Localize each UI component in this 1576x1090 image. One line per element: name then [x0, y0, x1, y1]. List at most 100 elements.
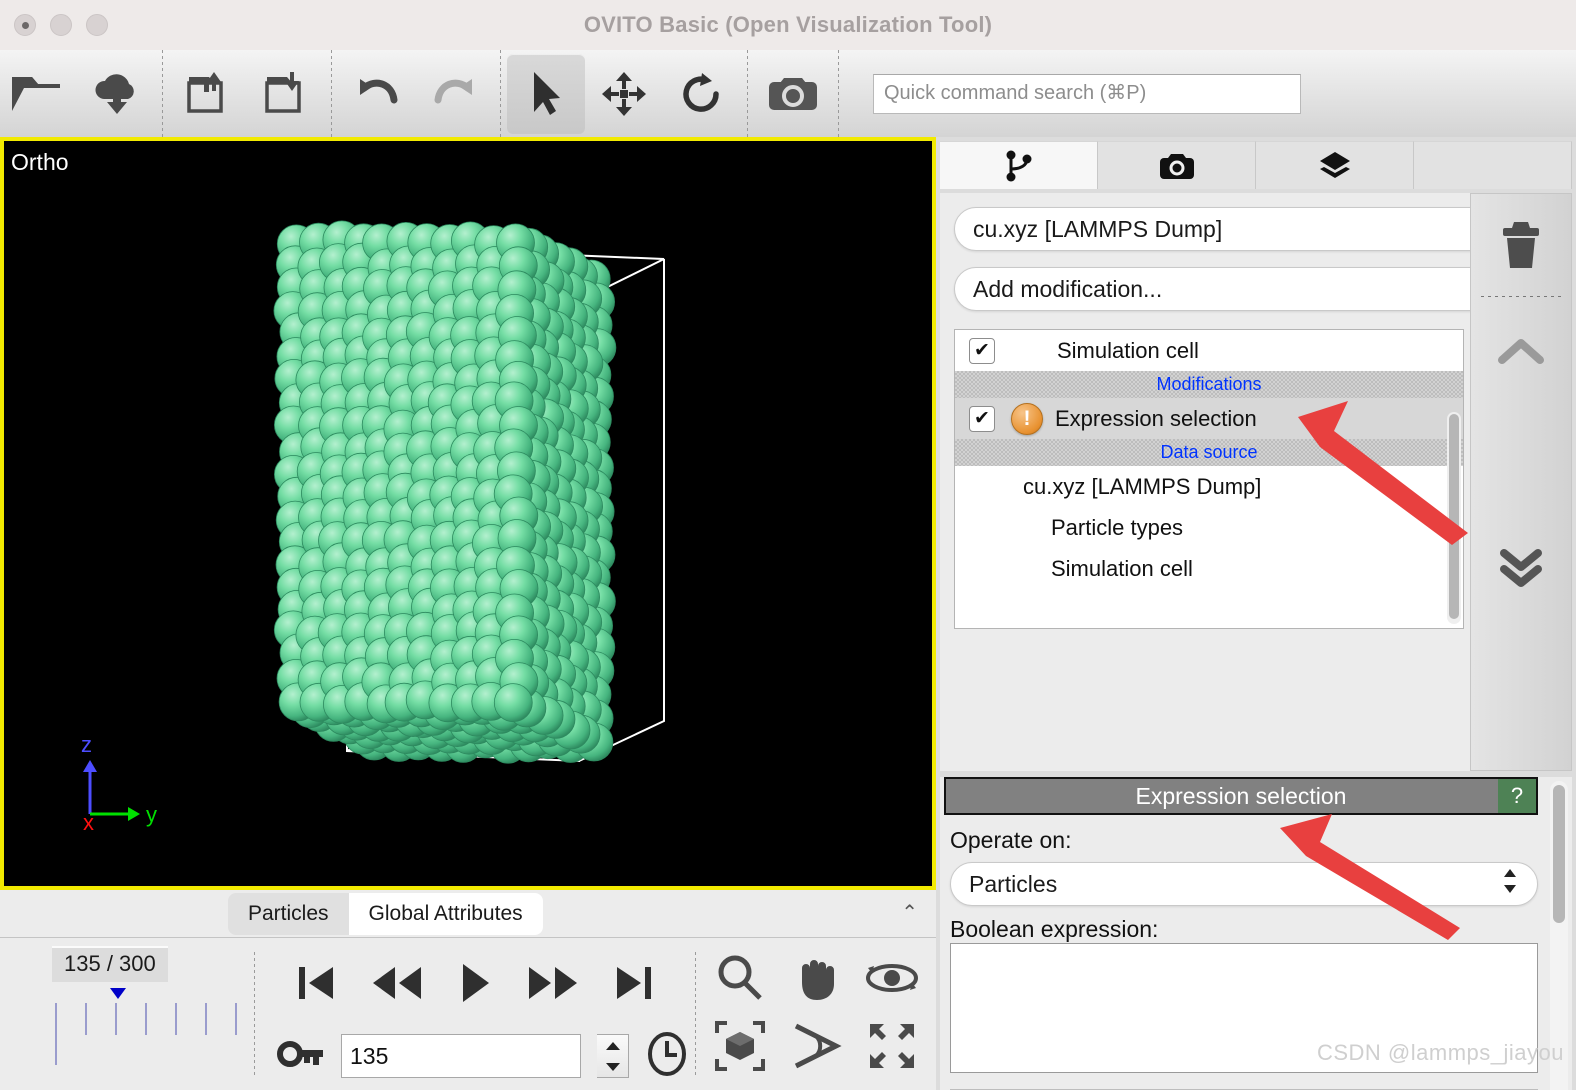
move-mode-button[interactable]: [585, 54, 663, 134]
stepper-up-icon[interactable]: [597, 1035, 628, 1056]
clock-icon: [648, 1031, 686, 1076]
play-button[interactable]: [457, 960, 493, 1006]
axis-tripod: z y x: [81, 732, 157, 831]
toolbar-divider: [331, 50, 332, 137]
pipeline-item-checkbox[interactable]: ✔: [969, 337, 995, 364]
pipeline-item-simulation-cell[interactable]: Simulation cell: [955, 548, 1463, 589]
command-panel: cu.xyz [LAMMPS Dump] Add modification...: [936, 137, 1576, 1090]
orbit-eye-icon: [866, 963, 918, 992]
orbit-tool-button[interactable]: [864, 956, 920, 1005]
open-file-button[interactable]: [0, 54, 78, 134]
rewind-icon: [373, 967, 421, 999]
tab-pipeline[interactable]: [940, 141, 1098, 189]
divider: [1481, 296, 1561, 297]
next-frame-button[interactable]: [527, 961, 579, 1005]
undo-button[interactable]: [338, 54, 416, 134]
window-title-bar: OVITO Basic (Open Visualization Tool): [0, 0, 1576, 50]
expand-arrows-icon: [870, 1023, 914, 1068]
tab-overlays[interactable]: [1256, 141, 1414, 189]
import-remote-file-button[interactable]: [78, 54, 156, 134]
goto-start-button[interactable]: [295, 961, 337, 1005]
frame-stepper[interactable]: [597, 1034, 629, 1078]
property-editor-header: Expression selection ?: [944, 777, 1538, 815]
move-arrows-icon: [601, 71, 647, 117]
current-frame-value: 135: [350, 1042, 389, 1069]
search-input[interactable]: [873, 73, 1301, 114]
chevron-up-icon[interactable]: ⌃: [901, 900, 918, 925]
cloud-download-icon: [90, 71, 144, 117]
select-mode-button[interactable]: [507, 53, 585, 134]
scrollbar-thumb[interactable]: [1449, 414, 1459, 619]
save-session-button[interactable]: [247, 54, 325, 134]
zoom-scene-extents-button[interactable]: [713, 1019, 767, 1078]
redo-button[interactable]: [416, 54, 494, 134]
zoom-tool-button[interactable]: [714, 952, 766, 1009]
ovito-window: OVITO Basic (Open Visualization Tool) Qu…: [0, 0, 1576, 1090]
operate-on-label: Operate on:: [950, 827, 1072, 853]
viewport-tool-buttons: [696, 938, 936, 1090]
delete-modifier-button[interactable]: [1471, 194, 1571, 294]
warning-icon: !: [1011, 402, 1043, 435]
redo-arrow-icon: [428, 73, 482, 115]
svg-text:x: x: [83, 810, 94, 831]
pipeline-item-expression-selection[interactable]: ✔ ! Expression selection: [955, 398, 1463, 439]
trash-icon: [1503, 222, 1539, 268]
pipeline-item-checkbox[interactable]: ✔: [969, 405, 995, 432]
toolbar-divider: [838, 50, 839, 137]
pipeline-item-label: cu.xyz [LAMMPS Dump]: [1023, 473, 1262, 499]
stepper-down-icon[interactable]: [597, 1056, 628, 1077]
auto-key-button[interactable]: [277, 1037, 325, 1076]
pipeline-item-data-source-file[interactable]: cu.xyz [LAMMPS Dump]: [955, 466, 1463, 507]
hand-icon: [802, 959, 834, 1000]
goto-end-button[interactable]: [613, 961, 655, 1005]
file-down-icon: [261, 69, 311, 119]
tab-empty: [1414, 141, 1572, 189]
pipeline-section-data-source: Data source: [955, 439, 1463, 466]
timeline-thumb[interactable]: [110, 988, 126, 999]
double-chevron-down-icon: [1500, 549, 1542, 587]
folder-open-icon: [10, 71, 68, 117]
pipeline-selector[interactable]: cu.xyz [LAMMPS Dump]: [954, 207, 1518, 251]
pipeline-item-simulation-cell-vis[interactable]: ✔ Simulation cell: [955, 330, 1463, 371]
maximize-viewport-button[interactable]: [866, 1020, 918, 1077]
fast-forward-icon: [529, 967, 577, 999]
add-modification-label: Add modification...: [973, 275, 1163, 302]
operate-on-dropdown[interactable]: Particles: [950, 862, 1538, 906]
layers-icon: [1319, 151, 1350, 178]
tab-global-attributes[interactable]: Global Attributes: [348, 893, 543, 935]
skip-to-start-icon: [299, 967, 333, 999]
camera-icon: [766, 73, 820, 115]
help-button[interactable]: ?: [1498, 779, 1536, 813]
render-button[interactable]: [754, 54, 832, 134]
viewport-ortho[interactable]: Ortho z y x: [0, 137, 936, 890]
animation-settings-button[interactable]: [645, 1031, 689, 1082]
pan-tool-button[interactable]: [792, 952, 840, 1009]
rotate-mode-button[interactable]: [663, 54, 741, 134]
pipeline-branch-icon: [1006, 150, 1031, 181]
timeline-ruler: [55, 1003, 237, 1065]
boolean-expression-label: Boolean expression:: [950, 916, 1159, 942]
operate-on-value: Particles: [969, 870, 1058, 897]
undo-arrow-icon: [350, 73, 404, 115]
command-panel-tabs: [940, 141, 1572, 189]
pipeline-list[interactable]: ✔ Simulation cell Modifications ✔ ! Expr…: [954, 329, 1464, 629]
scrollbar-thumb[interactable]: [1553, 785, 1565, 923]
add-modification-dropdown[interactable]: Add modification...: [954, 267, 1516, 311]
toolbar-divider: [162, 50, 163, 137]
tab-rendering[interactable]: [1098, 141, 1256, 189]
field-of-view-button[interactable]: [790, 1020, 842, 1077]
playback-controls: 135: [255, 938, 695, 1090]
file-up-icon: [183, 69, 233, 119]
main-toolbar: [0, 50, 1576, 137]
pipeline-list-scrollbar[interactable]: [1447, 412, 1461, 624]
tab-particles[interactable]: Particles: [228, 893, 349, 935]
quick-command-search: [873, 73, 1301, 114]
move-modifier-up-button[interactable]: [1471, 301, 1571, 401]
load-session-button[interactable]: [169, 54, 247, 134]
toggle-modifier-group-button[interactable]: [1471, 519, 1571, 619]
pipeline-section-modifications: Modifications: [955, 371, 1463, 398]
previous-frame-button[interactable]: [371, 961, 423, 1005]
timeline[interactable]: 135 / 300: [0, 938, 254, 1090]
pipeline-item-particle-types[interactable]: Particle types: [955, 507, 1463, 548]
frame-spinner[interactable]: 135: [341, 1034, 581, 1078]
